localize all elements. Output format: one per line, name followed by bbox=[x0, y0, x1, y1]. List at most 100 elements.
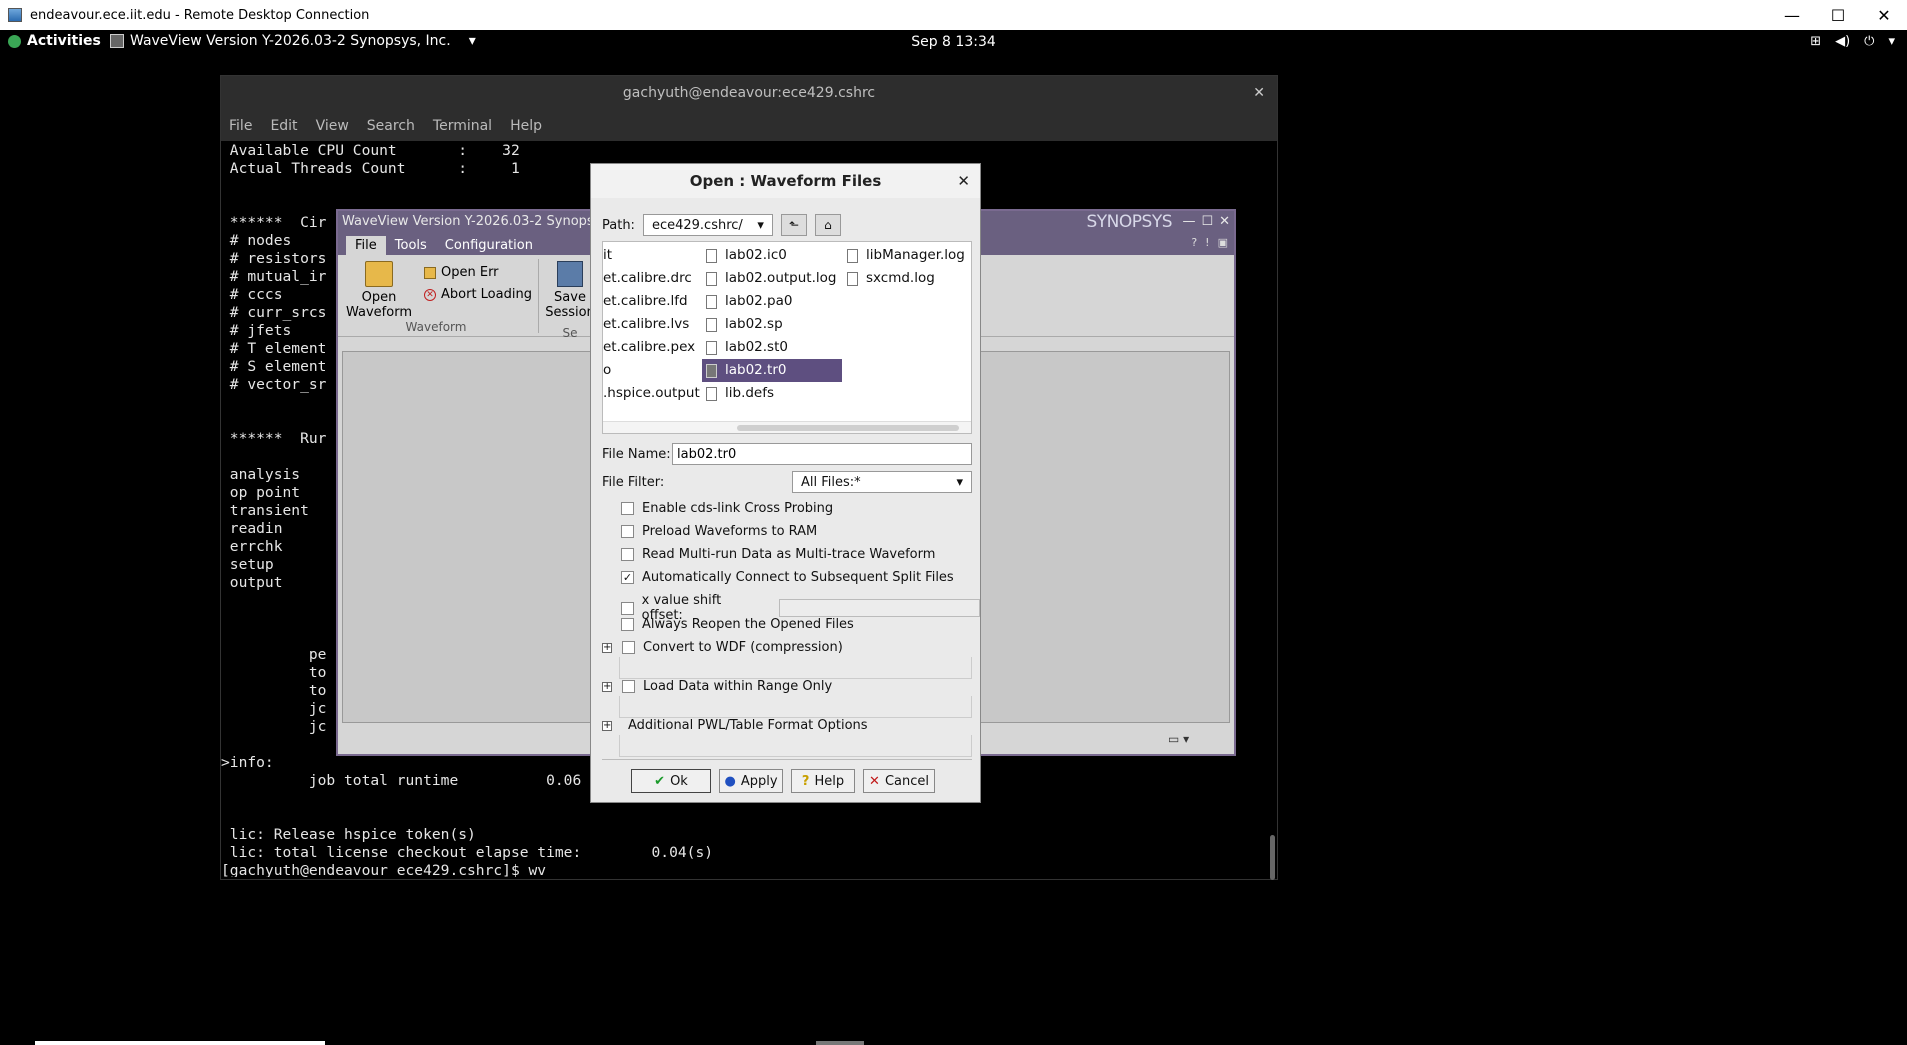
file-list-item[interactable]: lab02.ic0 bbox=[702, 244, 842, 267]
terminal-menu-view[interactable]: View bbox=[316, 118, 349, 134]
load-range-option[interactable]: Load Data within Range Only bbox=[622, 679, 832, 694]
x-shift-checkbox[interactable] bbox=[621, 601, 634, 615]
file-icon bbox=[706, 294, 717, 309]
rdp-maximize-button[interactable]: ☐ bbox=[1815, 0, 1861, 30]
info-icon[interactable]: ! bbox=[1205, 236, 1209, 249]
hscroll-thumb[interactable] bbox=[737, 425, 959, 431]
app-menu-label: WaveView Version Y-2026.03-2 Synopsys, I… bbox=[130, 33, 451, 49]
open-err-label: Open Err bbox=[441, 265, 499, 280]
file-list-item[interactable]: lib.defs bbox=[702, 382, 842, 405]
rdp-window-controls: — ☐ ✕ bbox=[1769, 0, 1907, 30]
waveview-title: WaveView Version Y-2026.03-2 Synopsys... bbox=[342, 214, 621, 229]
console-toggle-icon[interactable]: ▭ ▾ bbox=[1168, 732, 1208, 750]
option-split-files[interactable]: ✓ Automatically Connect to Subsequent Sp… bbox=[621, 570, 954, 585]
help-icon: ? bbox=[801, 773, 810, 789]
file-list-hscrollbar[interactable] bbox=[603, 421, 971, 433]
abort-loading-button[interactable]: ✕ Abort Loading bbox=[424, 287, 532, 302]
option-multi-run[interactable]: Read Multi-run Data as Multi-trace Wavef… bbox=[621, 547, 935, 562]
file-list-item[interactable]: it bbox=[603, 244, 701, 267]
terminal-menu-search[interactable]: Search bbox=[367, 118, 415, 134]
waveview-maximize-button[interactable]: ☐ bbox=[1201, 211, 1213, 233]
terminal-menu-edit[interactable]: Edit bbox=[270, 118, 297, 134]
x-shift-input[interactable] bbox=[778, 599, 980, 617]
terminal-menu-terminal[interactable]: Terminal bbox=[433, 118, 492, 134]
file-list-item[interactable]: o bbox=[603, 359, 701, 382]
convert-wdf-option[interactable]: Convert to WDF (compression) bbox=[622, 640, 843, 655]
file-name: sxcmd.log bbox=[866, 270, 935, 286]
dialog-title: Open : Waveform Files bbox=[689, 172, 882, 190]
file-name: lab02.ic0 bbox=[725, 247, 787, 263]
file-icon bbox=[706, 386, 717, 401]
dialog-close-button[interactable]: ✕ bbox=[957, 164, 970, 198]
split-files-label: Automatically Connect to Subsequent Spli… bbox=[642, 570, 954, 585]
path-dropdown[interactable]: ece429.cshrc/ ▾ bbox=[642, 214, 773, 236]
clock[interactable]: Sep 8 13:34 bbox=[911, 34, 996, 50]
cds-link-checkbox[interactable] bbox=[621, 502, 634, 515]
rdp-close-button[interactable]: ✕ bbox=[1861, 0, 1907, 30]
activities-button[interactable]: Activities bbox=[8, 33, 101, 49]
file-name: lab02.output.log bbox=[725, 270, 837, 286]
help-button[interactable]: ? Help bbox=[791, 769, 855, 793]
open-waveform-button[interactable]: Open Waveform bbox=[344, 261, 414, 320]
file-filter-dropdown[interactable]: All Files:* ▾ bbox=[792, 471, 972, 493]
waveview-window-controls: — ☐ ✕ bbox=[1182, 211, 1230, 233]
file-list-item[interactable]: .hspice.output bbox=[603, 382, 701, 405]
expand-plus-icon[interactable]: + bbox=[602, 643, 612, 653]
cds-link-label: Enable cds-link Cross Probing bbox=[642, 501, 834, 516]
ribbon-separator bbox=[538, 259, 539, 333]
home-folder-button[interactable]: ⌂ bbox=[814, 214, 841, 236]
option-cds-link[interactable]: Enable cds-link Cross Probing bbox=[621, 501, 833, 516]
help-icon[interactable]: ? bbox=[1191, 236, 1197, 249]
always-reopen-checkbox[interactable] bbox=[621, 618, 634, 631]
convert-wdf-checkbox[interactable] bbox=[622, 641, 635, 654]
file-list-item[interactable]: lab02.output.log bbox=[702, 267, 842, 290]
save-session-button[interactable]: Save Session Se bbox=[545, 261, 595, 341]
up-folder-button[interactable]: ⬑ bbox=[780, 214, 807, 236]
file-list-item[interactable]: lab02.tr0 bbox=[702, 359, 842, 382]
preload-ram-checkbox[interactable] bbox=[621, 525, 634, 538]
expand-plus-icon[interactable]: + bbox=[602, 721, 612, 731]
file-name-input[interactable] bbox=[672, 443, 972, 465]
multi-run-checkbox[interactable] bbox=[621, 548, 634, 561]
split-files-checkbox[interactable]: ✓ bbox=[621, 571, 634, 584]
file-list-item[interactable]: lab02.pa0 bbox=[702, 290, 842, 313]
option-always-reopen[interactable]: Always Reopen the Opened Files bbox=[621, 617, 854, 632]
terminal-menu-help[interactable]: Help bbox=[510, 118, 542, 134]
file-list[interactable]: it et.calibre.drc et.calibre.lfd et.calibre… bbox=[602, 241, 972, 434]
expand-plus-icon[interactable]: + bbox=[602, 682, 612, 692]
pwl-options-header[interactable]: Additional PWL/Table Format Options bbox=[628, 718, 868, 733]
file-list-item[interactable]: et.calibre.lfd bbox=[603, 290, 701, 313]
tab-file[interactable]: File bbox=[346, 236, 386, 255]
open-err-button[interactable]: Open Err bbox=[424, 265, 499, 280]
tab-tools[interactable]: Tools bbox=[386, 236, 436, 255]
file-list-item[interactable]: lab02.sp bbox=[702, 313, 842, 336]
rdp-minimize-button[interactable]: — bbox=[1769, 0, 1815, 30]
option-preload-ram[interactable]: Preload Waveforms to RAM bbox=[621, 524, 817, 539]
waveview-close-button[interactable]: ✕ bbox=[1219, 211, 1230, 233]
file-list-item[interactable]: libManager.log bbox=[843, 244, 971, 267]
terminal-scrollbar[interactable] bbox=[1270, 835, 1275, 880]
ok-button[interactable]: ✔ Ok bbox=[631, 769, 711, 793]
terminal-menu-file[interactable]: File bbox=[229, 118, 252, 134]
waveview-help-icons: ? ! ▣ bbox=[1191, 236, 1228, 249]
cancel-button[interactable]: ✕ Cancel bbox=[863, 769, 935, 793]
ok-label: Ok bbox=[670, 773, 688, 789]
file-list-item[interactable]: et.calibre.drc bbox=[603, 267, 701, 290]
file-list-item[interactable]: sxcmd.log bbox=[843, 267, 971, 290]
file-list-item[interactable]: et.calibre.pex bbox=[603, 336, 701, 359]
save-session-icon bbox=[557, 261, 583, 287]
expander-pwl-options: + Additional PWL/Table Format Options bbox=[602, 718, 972, 757]
file-name: lab02.pa0 bbox=[725, 293, 793, 309]
file-list-item[interactable]: et.calibre.lvs bbox=[603, 313, 701, 336]
layout-icon[interactable]: ▣ bbox=[1218, 236, 1228, 249]
app-menu[interactable]: WaveView Version Y-2026.03-2 Synopsys, I… bbox=[110, 33, 476, 49]
load-range-checkbox[interactable] bbox=[622, 680, 635, 693]
power-icon: ⏻ bbox=[1864, 34, 1875, 49]
terminal-close-button[interactable]: ✕ bbox=[1253, 76, 1265, 111]
file-list-item[interactable]: lab02.st0 bbox=[702, 336, 842, 359]
path-value: ece429.cshrc/ bbox=[651, 217, 743, 233]
system-tray[interactable]: ⊞ ◀) ⏻ ▾ bbox=[1810, 34, 1895, 49]
tab-configuration[interactable]: Configuration bbox=[436, 236, 542, 255]
waveview-minimize-button[interactable]: — bbox=[1182, 211, 1195, 233]
apply-button[interactable]: ● Apply bbox=[719, 769, 783, 793]
